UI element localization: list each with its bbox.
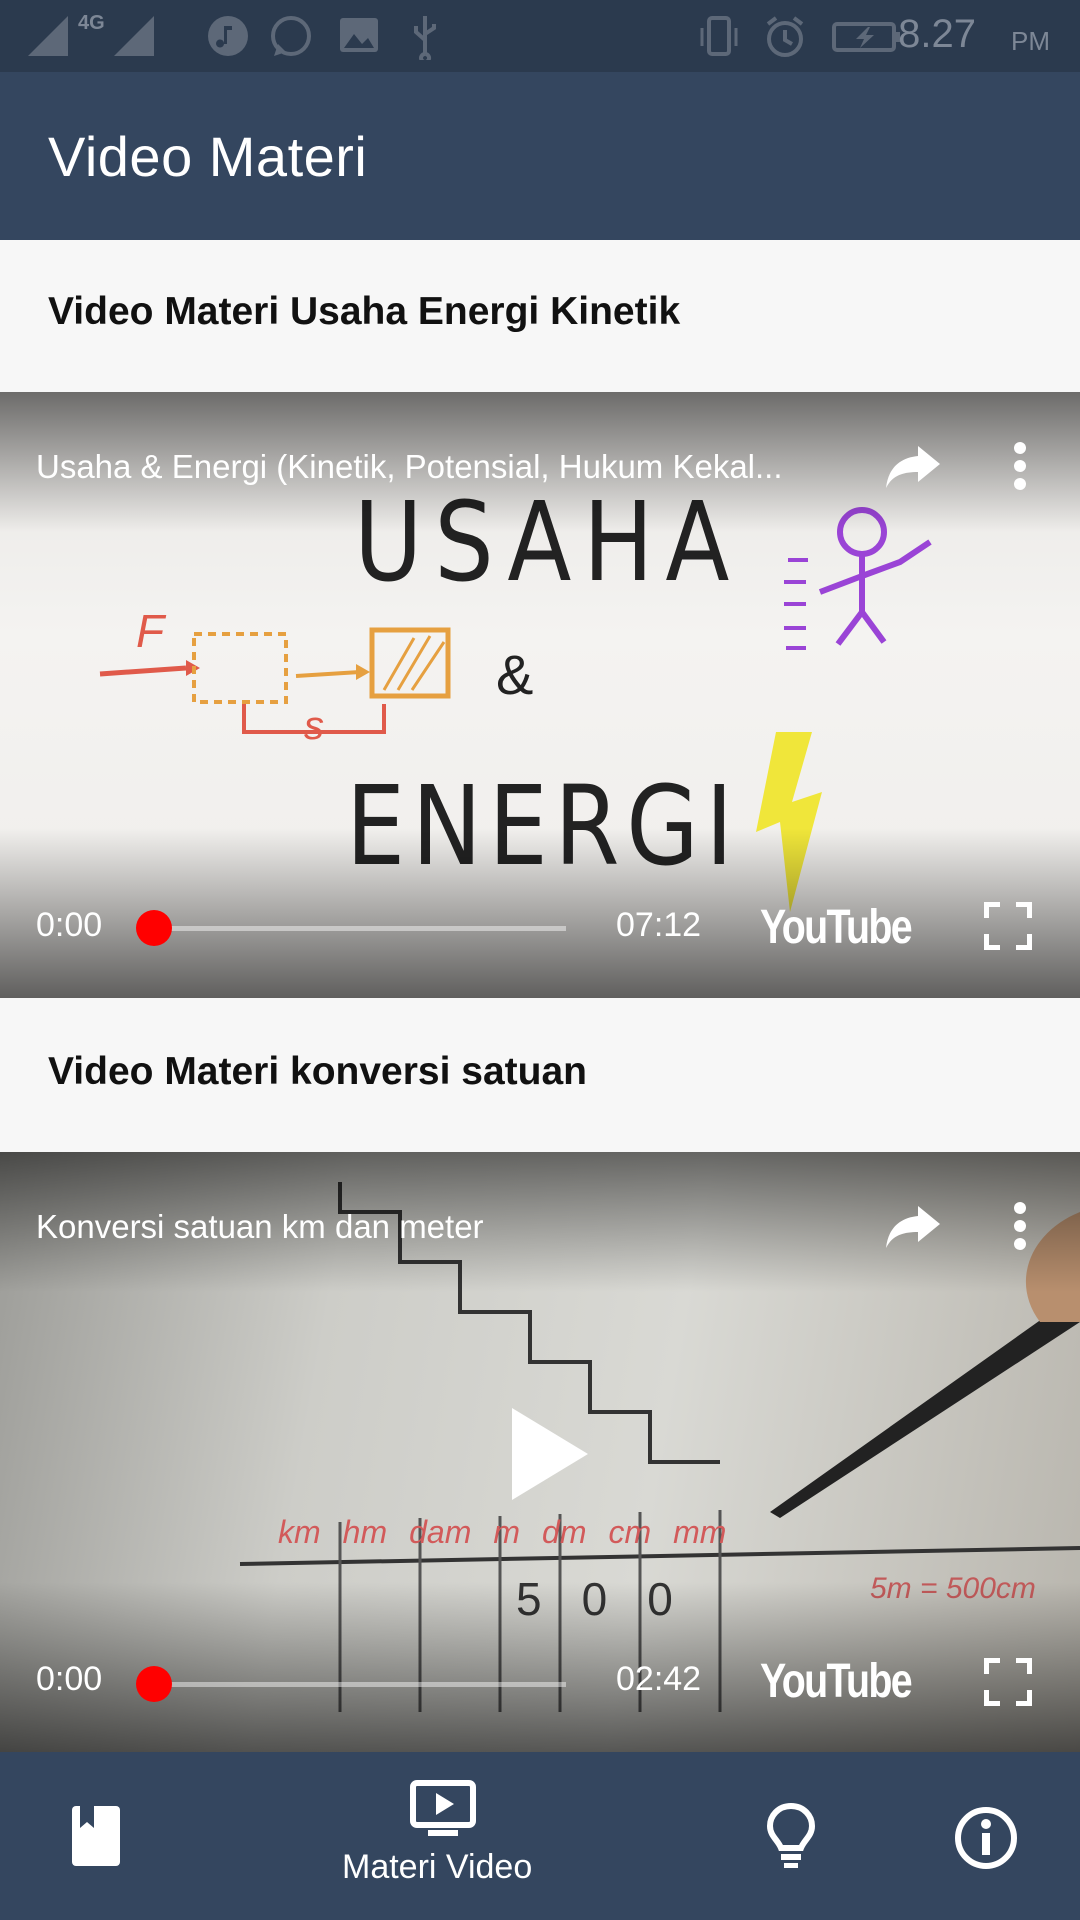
unit-m: m (493, 1514, 521, 1550)
network-type-label: 4G (78, 12, 105, 34)
progress-knob[interactable] (136, 1666, 172, 1702)
duration: 02:42 (616, 1660, 702, 1698)
current-time: 0:00 (36, 906, 103, 944)
more-options-icon[interactable] (1000, 440, 1040, 492)
youtube-logo[interactable]: YouTube (760, 1654, 913, 1709)
unit-cm: cm (608, 1514, 652, 1550)
status-ampm: PM (1011, 26, 1050, 56)
book-icon (72, 1806, 120, 1866)
progress-bar[interactable] (136, 1666, 566, 1702)
unit-hm: hm (342, 1514, 388, 1550)
lightbulb-icon (766, 1802, 816, 1868)
alarm-icon (766, 16, 804, 57)
video-title[interactable]: Usaha & Energi (Kinetik, Potensial, Huku… (36, 448, 836, 486)
battery-charging-icon (832, 22, 900, 52)
app-bar: Video Materi (0, 72, 1080, 240)
info-icon (955, 1807, 1017, 1869)
whatsapp-icon (271, 16, 311, 56)
nav-item-materi-video[interactable]: Materi Video (300, 1752, 590, 1920)
usb-icon (414, 16, 436, 60)
nav-item-materi[interactable] (0, 1752, 190, 1920)
thumbnail-units-row: km hm dam m dm cm mm (278, 1514, 726, 1551)
play-icon[interactable] (508, 1404, 592, 1504)
more-options-icon[interactable] (1000, 1200, 1040, 1252)
nav-item-info[interactable] (890, 1752, 1080, 1920)
section-heading-usaha-energi: Video Materi Usaha Energi Kinetik (0, 240, 1080, 392)
fullscreen-icon[interactable] (984, 902, 1032, 950)
vibrate-icon (700, 16, 738, 56)
youtube-logo[interactable]: YouTube (760, 900, 913, 955)
image-icon (340, 18, 378, 52)
share-icon[interactable] (884, 440, 944, 492)
current-time: 0:00 (36, 1660, 103, 1698)
nav-item-ide[interactable] (700, 1752, 890, 1920)
video-title[interactable]: Konversi satuan km dan meter (36, 1208, 836, 1246)
video-player-konversi[interactable]: km hm dam m dm cm mm 5 0 0 5m = 500cm Ko… (0, 1152, 1080, 1752)
bottom-navigation: Materi Video (0, 1752, 1080, 1920)
status-time: 8.27 (898, 12, 976, 56)
fullscreen-icon[interactable] (984, 1658, 1032, 1706)
section-heading-konversi: Video Materi konversi satuan (0, 1000, 1080, 1152)
unit-dm: dm (542, 1514, 587, 1550)
unit-km: km (278, 1514, 321, 1550)
section-heading-text: Video Materi konversi satuan (48, 1050, 587, 1093)
page-title: Video Materi (48, 125, 368, 188)
unit-dam: dam (409, 1514, 472, 1550)
status-bar: 4G 8.27 PM (0, 0, 1080, 72)
progress-knob[interactable] (136, 910, 172, 946)
section-heading-text: Video Materi Usaha Energi Kinetik (48, 290, 681, 333)
share-icon[interactable] (884, 1200, 944, 1252)
signal-sim1-icon (28, 16, 68, 56)
progress-bar[interactable] (136, 910, 566, 946)
signal-sim2-icon (114, 16, 154, 56)
duration: 07:12 (616, 906, 702, 944)
music-icon (208, 16, 248, 56)
unit-mm: mm (673, 1514, 727, 1550)
video-player-usaha-energi[interactable]: USAHA & ENERGI F s Usaha & Energi (Kinet… (0, 392, 1080, 998)
video-icon (410, 1780, 476, 1836)
nav-label: Materi Video (342, 1848, 533, 1886)
